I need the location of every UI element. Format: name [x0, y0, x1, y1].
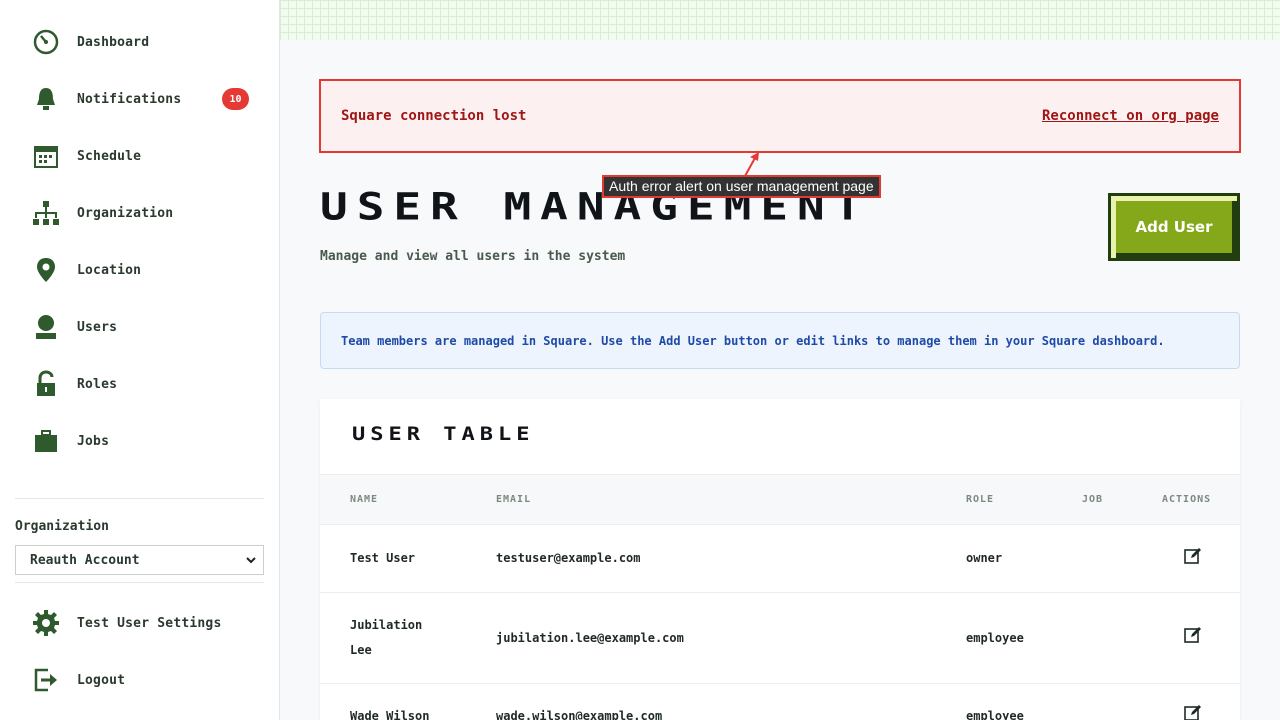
cell-name-line: Jubilation: [350, 618, 423, 632]
cell-name: Test User: [350, 551, 416, 565]
sidebar-item-jobs[interactable]: Jobs: [30, 421, 260, 461]
annotation-arrow-icon: [744, 152, 759, 177]
alert-message: Square connection lost: [341, 108, 527, 124]
sidebar-item-location[interactable]: Location: [30, 250, 260, 290]
info-banner: Team members are managed in Square. Use …: [320, 312, 1240, 369]
edit-icon[interactable]: [1184, 626, 1202, 644]
cell-email: testuser@example.com: [496, 551, 641, 565]
map-pin-icon: [30, 254, 62, 286]
sidebar: Dashboard Notifications 10 Schedule Orga…: [0, 0, 280, 720]
sidebar-item-users[interactable]: Users: [30, 307, 260, 347]
page-subtitle: Manage and view all users in the system: [320, 249, 626, 264]
column-header-role[interactable]: ROLE: [966, 494, 994, 505]
column-header-actions: ACTIONS: [1162, 494, 1212, 505]
add-user-button[interactable]: Add User: [1108, 193, 1240, 261]
table-row: Test User testuser@example.com owner: [320, 525, 1240, 593]
sidebar-item-label: Dashboard: [77, 34, 150, 50]
sidebar-item-roles[interactable]: Roles: [30, 364, 260, 404]
logout-link[interactable]: Logout: [30, 660, 260, 700]
sidebar-item-partial[interactable]: [30, 478, 260, 492]
sidebar-item-organization[interactable]: Organization: [30, 193, 260, 233]
column-header-email[interactable]: EMAIL: [496, 494, 531, 505]
logout-icon: [30, 664, 62, 696]
sidebar-item-label: Notifications: [77, 91, 182, 107]
settings-label: Test User Settings: [77, 615, 222, 631]
cell-email: wade.wilson@example.com: [496, 709, 663, 720]
edit-icon[interactable]: [1184, 547, 1202, 565]
sidebar-item-label: Roles: [77, 376, 118, 392]
cell-role: employee: [966, 631, 1024, 645]
sidebar-item-dashboard[interactable]: Dashboard: [30, 22, 260, 62]
reconnect-link[interactable]: Reconnect on org page: [1042, 108, 1219, 124]
dashboard-icon: [30, 26, 62, 58]
sidebar-item-label: Organization: [77, 205, 174, 221]
sidebar-divider: [15, 582, 264, 583]
cell-name: Wade Wilson: [350, 709, 430, 720]
calendar-icon: [30, 140, 62, 172]
organization-select[interactable]: Reauth Account: [15, 545, 264, 575]
cell-name-line: Lee: [350, 643, 372, 657]
table-row: Wade Wilson wade.wilson@example.com empl…: [320, 684, 1240, 720]
auth-error-alert: Square connection lost Reconnect on org …: [319, 79, 1241, 153]
org-chart-icon: [30, 197, 62, 229]
sidebar-nav: Dashboard Notifications 10 Schedule Orga…: [0, 0, 280, 492]
sidebar-divider: [15, 498, 264, 499]
sidebar-item-label: Jobs: [77, 433, 110, 449]
gear-icon: [30, 607, 62, 639]
sidebar-item-label: Schedule: [77, 148, 142, 164]
partial-icon: [30, 482, 62, 492]
settings-link[interactable]: Test User Settings: [30, 603, 260, 643]
sidebar-item-label: Users: [77, 319, 118, 335]
annotation-label: Auth error alert on user management page: [602, 175, 881, 198]
cell-name: Jubilation Lee: [350, 613, 422, 663]
bell-icon: [30, 83, 62, 115]
notification-count-badge: 10: [222, 88, 249, 110]
cell-role: owner: [966, 551, 1003, 565]
table-row: Jubilation Lee jubilation.lee@example.co…: [320, 593, 1240, 684]
sidebar-item-notifications[interactable]: Notifications 10: [30, 79, 260, 119]
decorative-grid-strip: [280, 0, 1280, 40]
user-table-card: USER TABLE NAME EMAIL ROLE JOB ACTIONS T…: [320, 399, 1240, 720]
table-title: USER TABLE: [352, 424, 535, 446]
lock-icon: [30, 368, 62, 400]
chevron-down-icon: [245, 554, 257, 570]
organization-label: Organization: [15, 519, 109, 534]
organization-selected-value: Reauth Account: [30, 552, 140, 568]
user-icon: [30, 311, 62, 343]
cell-email: jubilation.lee@example.com: [496, 631, 684, 645]
sidebar-item-schedule[interactable]: Schedule: [30, 136, 260, 176]
cell-role: employee: [966, 709, 1024, 720]
table-header: NAME EMAIL ROLE JOB ACTIONS: [320, 474, 1240, 525]
briefcase-icon: [30, 425, 62, 457]
edit-icon[interactable]: [1184, 704, 1202, 720]
sidebar-item-label: Location: [77, 262, 142, 278]
column-header-job[interactable]: JOB: [1082, 494, 1103, 505]
logout-label: Logout: [77, 672, 126, 688]
column-header-name[interactable]: NAME: [350, 494, 378, 505]
